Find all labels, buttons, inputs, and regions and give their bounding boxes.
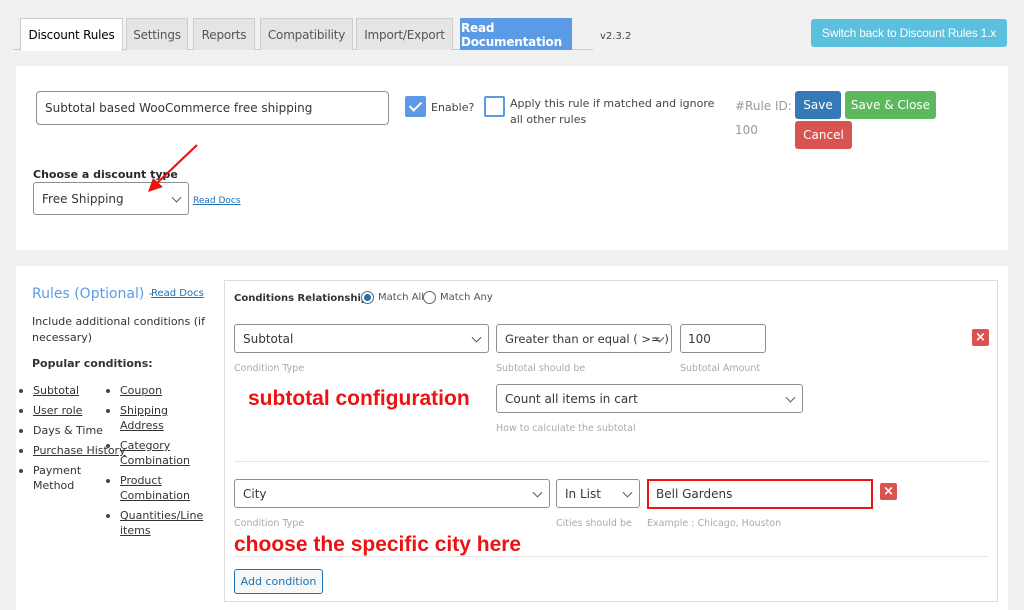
- calculation-value: Count all items in cart: [505, 391, 638, 406]
- popular-conditions-list-right: Coupon Shipping Address Category Combina…: [104, 383, 204, 538]
- condition-type-help: Condition Type: [234, 518, 305, 529]
- chevron-down-icon: [532, 487, 543, 498]
- match-all-label: Match All: [378, 292, 425, 303]
- chevron-down-icon: [622, 487, 633, 498]
- popular-condition-quantities-link[interactable]: Quantities/Line items: [120, 509, 203, 537]
- popular-condition-item[interactable]: Shipping Address: [104, 403, 174, 433]
- condition-type-value: Subtotal: [243, 331, 294, 346]
- tab-read-documentation[interactable]: Read Documentation: [460, 18, 572, 50]
- popular-condition-shipping-address-link[interactable]: Shipping Address: [120, 404, 168, 432]
- rules-description: Include additional conditions (if necess…: [32, 315, 205, 344]
- save-close-button[interactable]: Save & Close: [845, 91, 936, 119]
- subtotal-condition-type-select[interactable]: Subtotal: [234, 324, 489, 353]
- operator-value: In List: [565, 486, 601, 501]
- subtotal-amount-input[interactable]: 100: [680, 324, 766, 353]
- cancel-button[interactable]: Cancel: [795, 121, 852, 149]
- city-condition-type-select[interactable]: City: [234, 479, 550, 508]
- switch-version-button[interactable]: Switch back to Discount Rules 1.x: [811, 19, 1007, 47]
- condition-divider: [234, 556, 988, 557]
- popular-condition-category-combination-link[interactable]: Category Combination: [120, 439, 190, 467]
- cities-input[interactable]: Bell Gardens: [647, 479, 873, 509]
- rule-id-value: 100: [735, 123, 758, 137]
- popular-condition-item[interactable]: Quantities/Line items: [104, 508, 204, 538]
- condition-type-value: City: [243, 486, 267, 501]
- conditions-relationship-label: Conditions Relationship: [234, 293, 369, 304]
- popular-condition-product-combination-link[interactable]: Product Combination: [120, 474, 190, 502]
- match-any-radio[interactable]: [423, 291, 436, 304]
- calculation-help: How to calculate the subtotal: [496, 423, 636, 434]
- rules-read-docs-link[interactable]: Read Docs: [151, 288, 204, 299]
- chevron-down-icon: [471, 332, 482, 343]
- popular-condition-coupon-link[interactable]: Coupon: [120, 384, 162, 397]
- enable-label: Enable?: [431, 101, 475, 114]
- tab-compatibility[interactable]: Compatibility: [260, 18, 353, 50]
- cities-operator-help: Cities should be: [556, 518, 632, 529]
- rules-panel: Rules (Optional) - Read Docs Include addi…: [16, 266, 1008, 610]
- popular-condition-item: Payment Method: [17, 463, 87, 493]
- popular-condition-user-role-link[interactable]: User role: [33, 404, 82, 417]
- enable-checkbox[interactable]: [405, 96, 426, 117]
- rules-title-text: Rules (Optional): [32, 286, 145, 302]
- add-condition-button[interactable]: Add condition: [234, 569, 323, 594]
- popular-condition-days-time: Days & Time: [33, 424, 103, 437]
- rule-title-input[interactable]: [36, 91, 389, 125]
- popular-condition-subtotal-link[interactable]: Subtotal: [33, 384, 79, 397]
- subtotal-annotation: subtotal configuration: [248, 387, 470, 410]
- rule-id-label: #Rule ID:: [735, 99, 792, 113]
- subtotal-operator-select[interactable]: Greater than or equal ( >= ): [496, 324, 672, 353]
- save-button[interactable]: Save: [795, 91, 841, 119]
- exclusive-rule-checkbox[interactable]: [484, 96, 505, 117]
- popular-condition-item[interactable]: Category Combination: [104, 438, 194, 468]
- popular-condition-payment-method: Payment Method: [33, 464, 82, 492]
- city-operator-select[interactable]: In List: [556, 479, 640, 508]
- city-annotation: choose the specific city here: [234, 533, 522, 556]
- match-any-label: Match Any: [440, 292, 493, 303]
- cities-help: Example : Chicago, Houston: [647, 518, 782, 529]
- subtotal-calculation-select[interactable]: Count all items in cart: [496, 384, 803, 413]
- subtotal-amount-value: 100: [688, 331, 711, 346]
- annotation-arrow-icon: [148, 144, 198, 192]
- popular-condition-item[interactable]: Product Combination: [104, 473, 194, 503]
- version-label: v2.3.2: [600, 31, 632, 42]
- condition-type-help: Condition Type: [234, 363, 305, 374]
- operator-value: Greater than or equal ( >= ): [505, 331, 669, 346]
- condition-divider: [234, 461, 990, 462]
- nav-tab-bar: Discount Rules Settings Reports Compatib…: [13, 18, 593, 51]
- subtotal-amount-help: Subtotal Amount: [680, 363, 761, 374]
- match-all-radio[interactable]: [361, 291, 374, 304]
- delete-condition-icon[interactable]: ×: [880, 483, 897, 500]
- popular-condition-item[interactable]: Coupon: [104, 383, 204, 398]
- conditions-box: Conditions Relationship Match All Match …: [224, 280, 998, 602]
- exclusive-rule-label: Apply this rule if matched and ignore al…: [510, 97, 715, 126]
- chevron-down-icon: [785, 392, 796, 403]
- rules-section-title: Rules (Optional) -: [32, 286, 157, 302]
- popular-conditions-label: Popular conditions:: [32, 357, 153, 370]
- cities-value: Bell Gardens: [656, 487, 733, 501]
- tab-discount-rules[interactable]: Discount Rules: [20, 18, 123, 51]
- operator-help: Subtotal should be: [496, 363, 586, 374]
- tab-settings[interactable]: Settings: [126, 18, 188, 50]
- delete-condition-icon[interactable]: ×: [972, 329, 989, 346]
- tab-reports[interactable]: Reports: [193, 18, 255, 50]
- tab-import-export[interactable]: Import/Export: [356, 18, 453, 50]
- discount-type-value: Free Shipping: [42, 191, 124, 206]
